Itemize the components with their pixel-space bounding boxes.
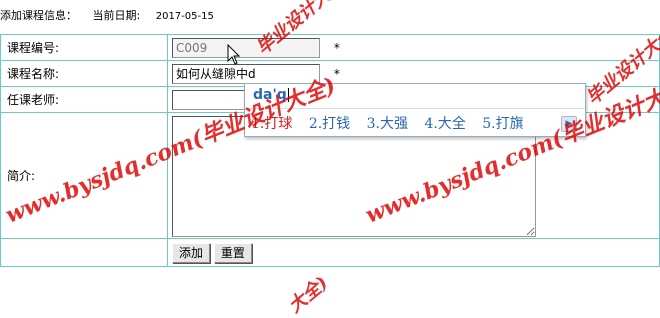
ime-candidate[interactable]: 2.打钱 <box>309 113 350 133</box>
ime-caret <box>287 88 289 102</box>
date-value: 2017-05-15 <box>155 11 214 22</box>
chevron-right-icon[interactable]: ▶ <box>561 116 577 132</box>
page-title: 添加课程信息： <box>0 9 77 22</box>
mouse-pointer-icon <box>227 44 241 65</box>
required-mark: * <box>333 40 340 55</box>
ime-candidate[interactable]: 5.打旗 <box>482 113 523 133</box>
course-name-input[interactable] <box>172 63 320 84</box>
watermark-text: 大全) <box>284 272 333 318</box>
course-code-input[interactable] <box>172 37 320 58</box>
course-form: 课程编号: * 课程名称: * 任课老师: 简介: 添加 重置 <box>0 34 660 267</box>
button-row-spacer <box>0 238 168 267</box>
ime-divider <box>245 108 585 109</box>
course-code-row: 课程编号: * <box>0 34 660 61</box>
button-cell: 添加 重置 <box>167 238 660 267</box>
ime-candidate[interactable]: 3.大强 <box>367 113 408 133</box>
course-code-cell: * <box>167 34 660 61</box>
ime-candidate[interactable]: 4.大全 <box>424 113 465 133</box>
intro-label: 简介: <box>0 112 168 239</box>
ime-composition-text: da'q <box>253 87 287 103</box>
ime-candidate-window: da'q 1.打球 2.打钱 3.大强 4.大全 5.打旗 ▶ <box>244 83 586 137</box>
date-label: 当前日期: <box>92 9 141 22</box>
required-mark: * <box>333 66 340 81</box>
reset-button[interactable]: 重置 <box>213 242 252 263</box>
ime-composition: da'q <box>253 87 289 103</box>
button-row: 添加 重置 <box>0 238 660 267</box>
ime-candidate[interactable]: 1.打球 <box>251 113 292 133</box>
add-button[interactable]: 添加 <box>172 242 211 263</box>
course-name-label: 课程名称: <box>0 60 168 87</box>
teacher-label: 任课老师: <box>0 86 168 113</box>
course-code-label: 课程编号: <box>0 34 168 61</box>
page-header: 添加课程信息： 当前日期: 2017-05-15 <box>0 8 214 24</box>
ime-candidate-list: 1.打球 2.打钱 3.大强 4.大全 5.打旗 <box>251 113 536 133</box>
